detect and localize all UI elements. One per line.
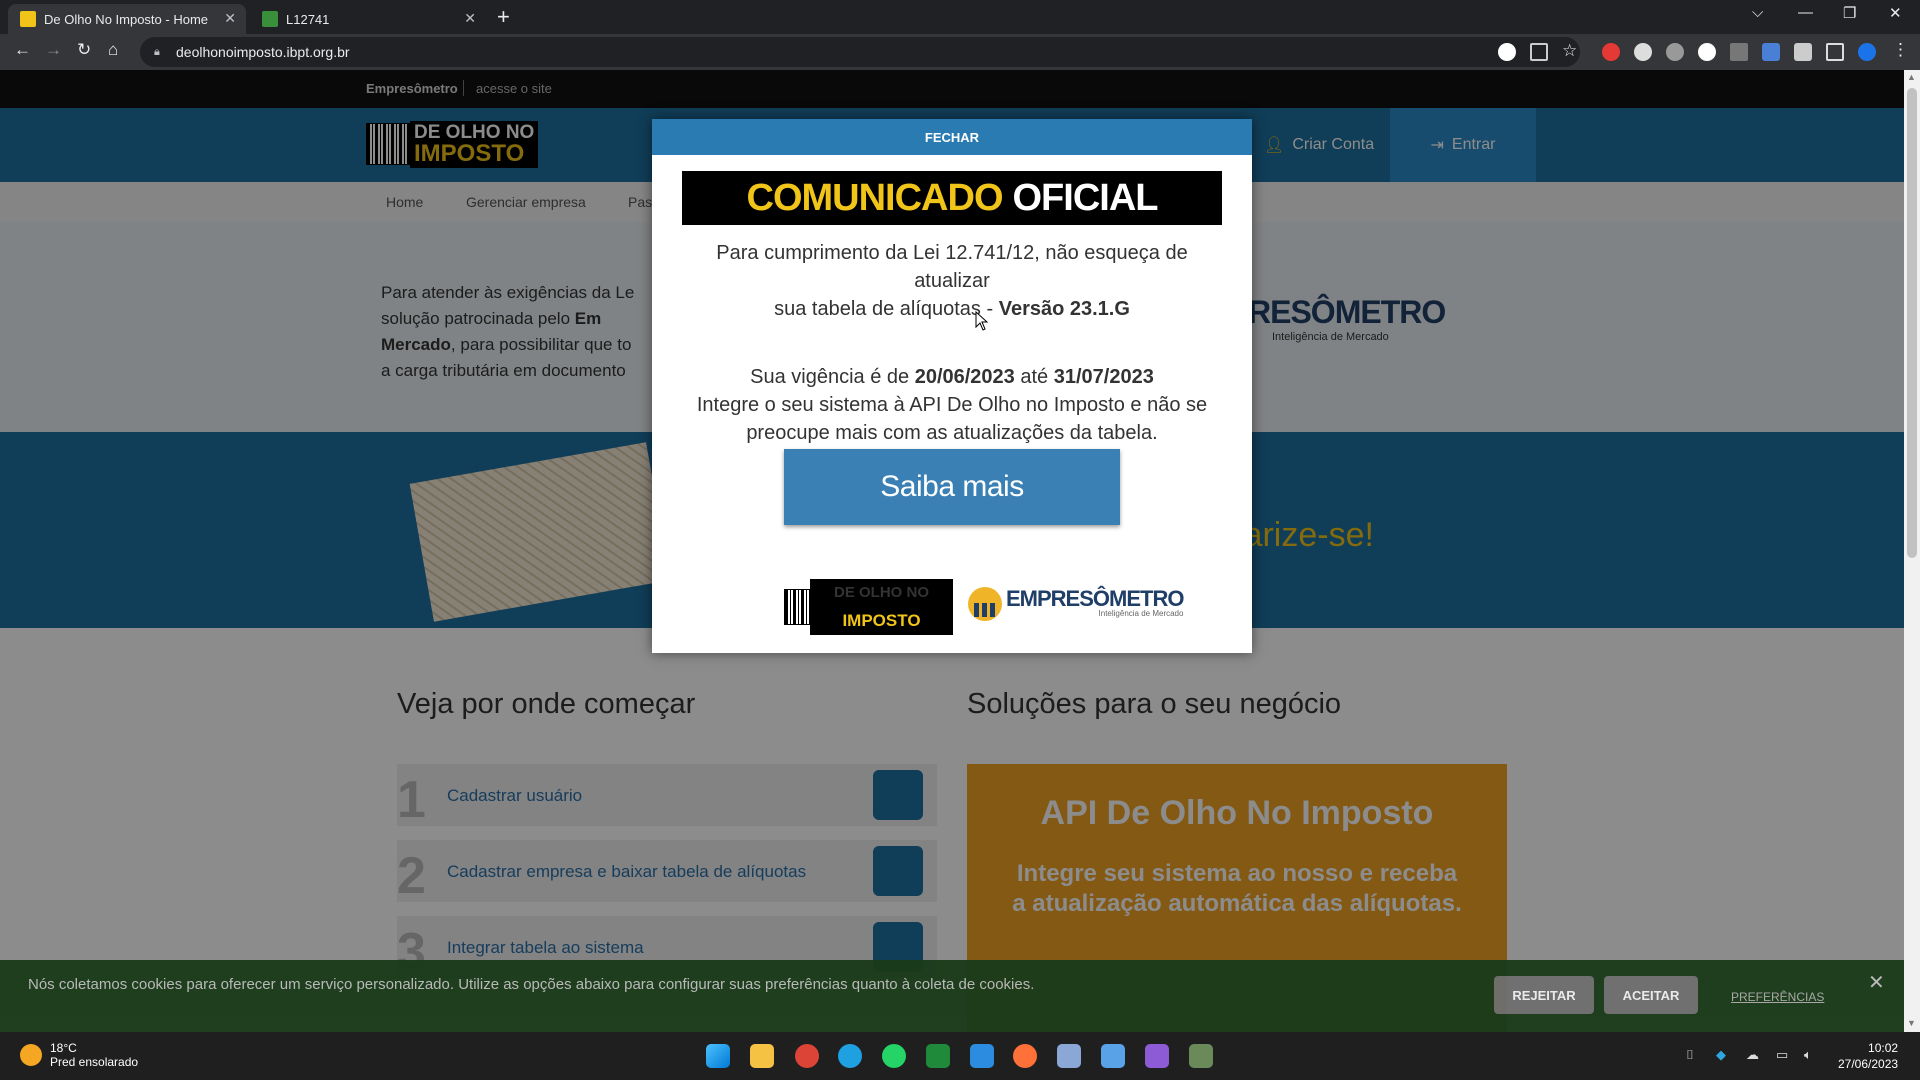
modal-text: Para cumprimento da Lei 12.741/12, não e… — [716, 242, 1188, 292]
home-icon[interactable]: ⌂ — [108, 40, 118, 60]
whatsapp-icon[interactable] — [882, 1044, 906, 1068]
modal-date-from: 20/06/2023 — [914, 366, 1015, 388]
modal-text: Integre o seu sistema à API De Olho no I… — [696, 394, 1208, 416]
browser-tabbar: De Olho No Imposto - Home ✕ L12741 ✕ + ⌵… — [0, 0, 1920, 34]
file-explorer-icon[interactable] — [750, 1044, 774, 1068]
shield-icon[interactable]: ◆ — [1716, 1047, 1726, 1063]
modal-paragraph: Para cumprimento da Lei 12.741/12, não e… — [652, 239, 1252, 323]
url-text: deolhonoimposto.ibpt.org.br — [176, 44, 350, 60]
empresometro-logo: EMPRESÔMETRO Inteligência de Mercado — [968, 586, 1184, 621]
extension-record-icon[interactable] — [1698, 43, 1716, 61]
extension-red-icon[interactable] — [1602, 43, 1620, 61]
browser-toolbar: ← → ↻ ⌂ 🔒︎ deolhonoimposto.ibpt.org.br ☆… — [0, 34, 1920, 70]
share-icon[interactable] — [1530, 43, 1548, 61]
profile-avatar[interactable] — [1858, 43, 1876, 61]
modal-close-button[interactable]: FECHAR — [652, 119, 1252, 155]
extension-puzzle-dark-icon[interactable] — [1666, 43, 1684, 61]
address-bar[interactable]: 🔒︎ deolhonoimposto.ibpt.org.br — [140, 37, 1580, 67]
tab-search-chevron-icon[interactable]: ⌵ — [1752, 4, 1763, 21]
close-icon[interactable]: ✕ — [1868, 970, 1885, 995]
close-icon[interactable]: ✕ — [224, 10, 236, 27]
windows-taskbar: 18°C Pred ensolarado ⌷ ◆ ☁ ▭ 🔈︎ 10:02 27… — [0, 1032, 1920, 1080]
modal-text: sua tabela de alíquotas - — [774, 298, 999, 320]
clock-date: 27/06/2023 — [1838, 1057, 1899, 1071]
weather-desc: Pred ensolarado — [50, 1055, 139, 1069]
cloud-icon[interactable]: ☁ — [1746, 1047, 1759, 1063]
tab-title: De Olho No Imposto - Home — [44, 11, 209, 27]
cookie-message: Nós coletamos cookies para oferecer um s… — [28, 976, 1035, 993]
bookmark-star-icon[interactable]: ☆ — [1562, 41, 1577, 61]
scroll-down-arrow-icon[interactable]: ▼ — [1907, 1018, 1916, 1028]
empresometro-chart-icon — [968, 587, 1002, 621]
modal-logos: DE OLHO NO IMPOSTO EMPRESÔMETRO Inteligê… — [652, 579, 1252, 635]
weather-temp: 18°C — [50, 1041, 77, 1055]
mail-app-icon[interactable] — [970, 1044, 994, 1068]
deolho-logo: DE OLHO NO IMPOSTO — [784, 579, 954, 635]
announcement-modal: FECHAR COMUNICADO OFICIAL Para cumprimen… — [652, 119, 1252, 653]
mouse-cursor-icon — [975, 311, 989, 331]
translate-icon[interactable] — [1762, 43, 1780, 61]
lock-icon: 🔒︎ — [154, 46, 160, 58]
usb-icon[interactable]: ⌷ — [1686, 1047, 1694, 1063]
modal-text: preocupe mais com as atualizações da tab… — [746, 422, 1158, 444]
weather-widget[interactable]: 18°C Pred ensolarado — [20, 1041, 138, 1069]
modal-text: Sua vigência é de — [750, 366, 915, 388]
modal-text: até — [1014, 366, 1054, 388]
reject-cookies-button[interactable]: REJEITAR — [1494, 976, 1594, 1014]
system-clock[interactable]: 10:02 27/06/2023 — [1838, 1040, 1898, 1072]
screen: De Olho No Imposto - Home ✕ L12741 ✕ + ⌵… — [0, 0, 1920, 1080]
learn-more-button[interactable]: Saiba mais — [784, 449, 1120, 525]
edge-icon[interactable] — [838, 1044, 862, 1068]
restore-icon[interactable]: ❐ — [1843, 4, 1856, 22]
back-arrow-icon[interactable]: ← — [14, 40, 31, 60]
modal-version: Versão 23.1.G — [998, 298, 1130, 320]
banner-word-yellow: COMUNICADO — [746, 176, 1004, 219]
barcode-icon — [784, 589, 810, 625]
cookie-banner: Nós coletamos cookies para oferecer um s… — [0, 960, 1904, 1032]
page-scrollbar[interactable]: ▲ ▼ — [1904, 70, 1920, 1032]
cookie-preferences-link[interactable]: PREFERÊNCIAS — [1731, 990, 1824, 1004]
notepad-icon[interactable] — [1101, 1044, 1125, 1068]
empresometro-name: EMPRESÔMETRO — [1006, 586, 1184, 611]
window-close-icon[interactable]: ✕ — [1889, 4, 1902, 22]
scrollbar-thumb[interactable] — [1907, 88, 1917, 558]
tab-title: L12741 — [286, 11, 330, 27]
volume-icon[interactable]: 🔈︎ — [1804, 1047, 1812, 1063]
scroll-up-arrow-icon[interactable]: ▲ — [1907, 72, 1916, 82]
clock-time: 10:02 — [1868, 1041, 1899, 1055]
close-icon[interactable]: ✕ — [464, 10, 476, 27]
accept-cookies-button[interactable]: ACEITAR — [1604, 976, 1698, 1014]
chrome-icon[interactable] — [795, 1044, 819, 1068]
minimize-icon[interactable]: — — [1798, 4, 1813, 21]
logo-line1: DE OLHO NO — [834, 584, 930, 601]
flag-favicon-icon — [262, 11, 278, 27]
forward-arrow-icon[interactable]: → — [45, 40, 62, 60]
tab-l12741[interactable]: L12741 ✕ — [250, 4, 486, 34]
tab-home[interactable]: De Olho No Imposto - Home ✕ — [8, 4, 246, 34]
reload-icon[interactable]: ↻ — [77, 40, 91, 60]
google-icon[interactable] — [1498, 43, 1516, 61]
modal-banner: COMUNICADO OFICIAL — [682, 171, 1222, 225]
firefox-icon[interactable] — [1013, 1044, 1037, 1068]
more-menu-icon[interactable]: ⋮ — [1892, 40, 1909, 60]
new-tab-plus-icon[interactable]: + — [497, 5, 510, 29]
spreadsheet-icon[interactable] — [926, 1044, 950, 1068]
app-icon[interactable] — [1189, 1044, 1213, 1068]
modal-date-to: 31/07/2023 — [1053, 366, 1154, 388]
video-editor-icon[interactable] — [1145, 1044, 1169, 1068]
network-icon[interactable]: ▭ — [1776, 1047, 1788, 1063]
windows-start-icon[interactable] — [706, 1044, 730, 1068]
side-panel-icon[interactable] — [1826, 43, 1844, 61]
settings-gear-icon[interactable] — [1057, 1044, 1081, 1068]
site-favicon-icon — [20, 11, 36, 27]
extensions-puzzle-icon[interactable] — [1794, 43, 1812, 61]
extension-circle-icon[interactable] — [1634, 43, 1652, 61]
logo-line2: IMPOSTO — [842, 611, 921, 630]
sun-icon — [20, 1044, 42, 1066]
extension-mail-icon[interactable] — [1730, 43, 1748, 61]
modal-paragraph: Sua vigência é de 20/06/2023 até 31/07/2… — [652, 363, 1252, 447]
banner-word-white: OFICIAL — [1012, 176, 1159, 219]
